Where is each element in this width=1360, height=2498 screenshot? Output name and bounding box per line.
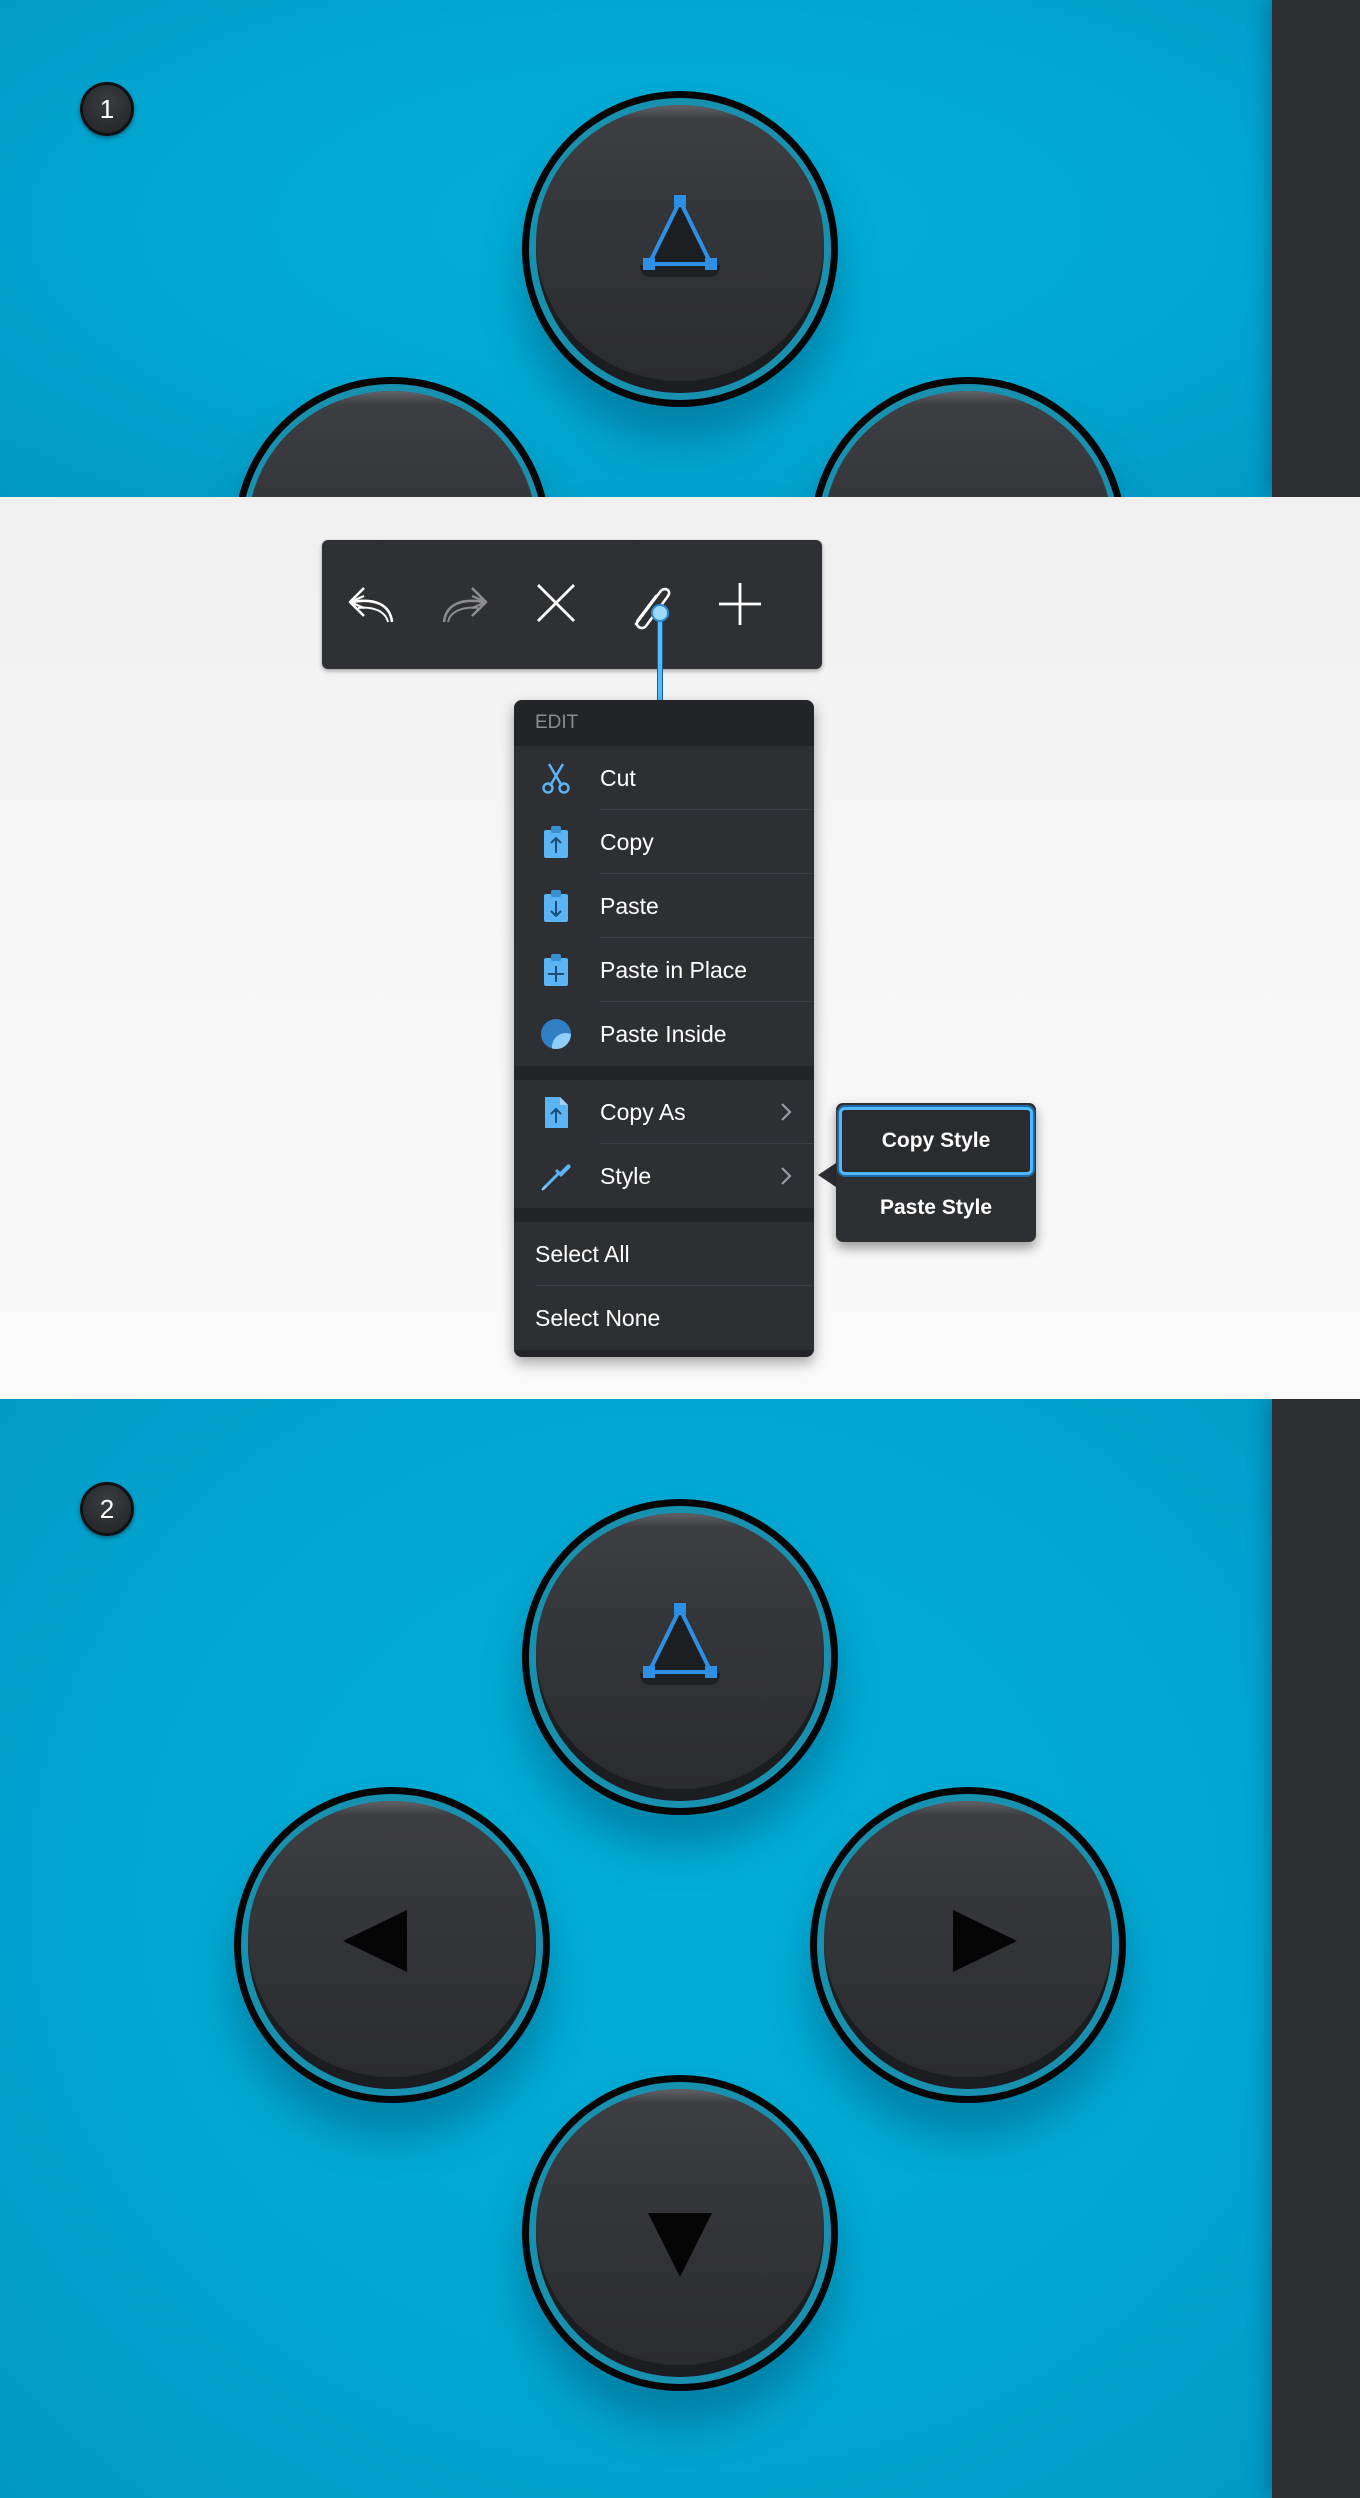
chevron-right-icon	[781, 1103, 792, 1121]
canvas-step-1: 1	[0, 0, 1360, 497]
menu-item-label: Paste	[600, 893, 659, 919]
close-x-icon	[537, 584, 575, 622]
submenu-pointer	[818, 1163, 836, 1187]
menu-header: EDIT	[514, 700, 814, 746]
chevron-right-icon	[781, 1167, 792, 1185]
redo-button[interactable]	[414, 540, 506, 669]
side-panel	[1272, 0, 1360, 497]
menu-item-select-all[interactable]: Select All	[514, 1222, 814, 1286]
menu-connector	[658, 615, 662, 701]
pad-button-down[interactable]	[522, 2075, 838, 2391]
clipboard-down-icon	[544, 890, 568, 922]
menu-connector-handle	[651, 604, 669, 622]
pad-button-up[interactable]	[522, 91, 838, 407]
menu-divider	[514, 1208, 814, 1222]
submenu-item-paste-style[interactable]: Paste Style	[836, 1177, 1036, 1239]
menu-item-label: Paste Inside	[600, 1021, 727, 1047]
triangle-selected-icon	[640, 1603, 720, 1685]
style-submenu: Copy Style Paste Style	[836, 1103, 1036, 1242]
edit-button[interactable]	[598, 540, 690, 669]
menu-divider	[514, 1066, 814, 1080]
submenu-item-copy-style[interactable]: Copy Style	[839, 1107, 1033, 1175]
clipboard-up-icon	[544, 826, 568, 858]
toolbar	[322, 540, 822, 669]
paperclip-icon	[634, 587, 671, 630]
eyedropper-icon	[541, 1164, 571, 1191]
step-badge-2: 2	[80, 1482, 134, 1536]
menu-item-label: Style	[600, 1163, 652, 1189]
pad-button-left[interactable]	[234, 377, 550, 497]
menu-item-copy[interactable]: Copy	[514, 810, 814, 874]
plus-icon	[719, 583, 761, 625]
menu-item-label: Copy	[600, 829, 654, 855]
pad-button-up[interactable]	[522, 1499, 838, 1815]
menu-item-cut[interactable]: Cut	[514, 746, 814, 810]
pad-button-right[interactable]	[810, 1787, 1126, 2103]
menu-item-label: Copy As	[600, 1099, 686, 1125]
arrow-right-icon	[953, 1910, 1017, 1972]
triangle-selected-icon	[640, 195, 720, 277]
menu-item-paste-inside[interactable]: Paste Inside	[514, 1002, 814, 1066]
menu-item-paste-in-place[interactable]: Paste in Place	[514, 938, 814, 1002]
menu-item-label: Paste in Place	[600, 957, 748, 983]
step-badge-1: 1	[80, 82, 134, 136]
arrow-down-icon	[648, 2213, 712, 2277]
side-panel	[1272, 1399, 1360, 2498]
menu-item-paste[interactable]: Paste	[514, 874, 814, 938]
menu-item-label: Cut	[600, 765, 636, 791]
menu-item-select-none[interactable]: Select None	[514, 1286, 814, 1350]
document-up-icon	[545, 1097, 568, 1128]
arrow-left-icon	[343, 1910, 407, 1972]
redo-arrow-icon	[442, 587, 488, 623]
menu-item-copy-as[interactable]: Copy As	[514, 1080, 814, 1144]
menu-item-label: Select None	[535, 1305, 661, 1331]
canvas-step-2: 2	[0, 1399, 1360, 2498]
menu-item-label: Select All	[535, 1241, 630, 1267]
edit-menu: EDIT Cut Copy Paste Paste in Place Paste…	[514, 700, 814, 1357]
clipboard-plus-icon	[544, 954, 568, 986]
undo-button[interactable]	[322, 540, 414, 669]
add-button[interactable]	[690, 540, 782, 669]
pad-button-right[interactable]	[810, 377, 1126, 497]
delete-button[interactable]	[506, 540, 598, 669]
menu-item-style[interactable]: Style	[514, 1144, 814, 1208]
pad-button-left[interactable]	[234, 1787, 550, 2103]
scissors-icon	[542, 763, 570, 794]
menu-footer	[514, 1350, 814, 1357]
paste-inside-icon	[541, 1019, 572, 1050]
undo-arrow-icon	[348, 587, 394, 623]
